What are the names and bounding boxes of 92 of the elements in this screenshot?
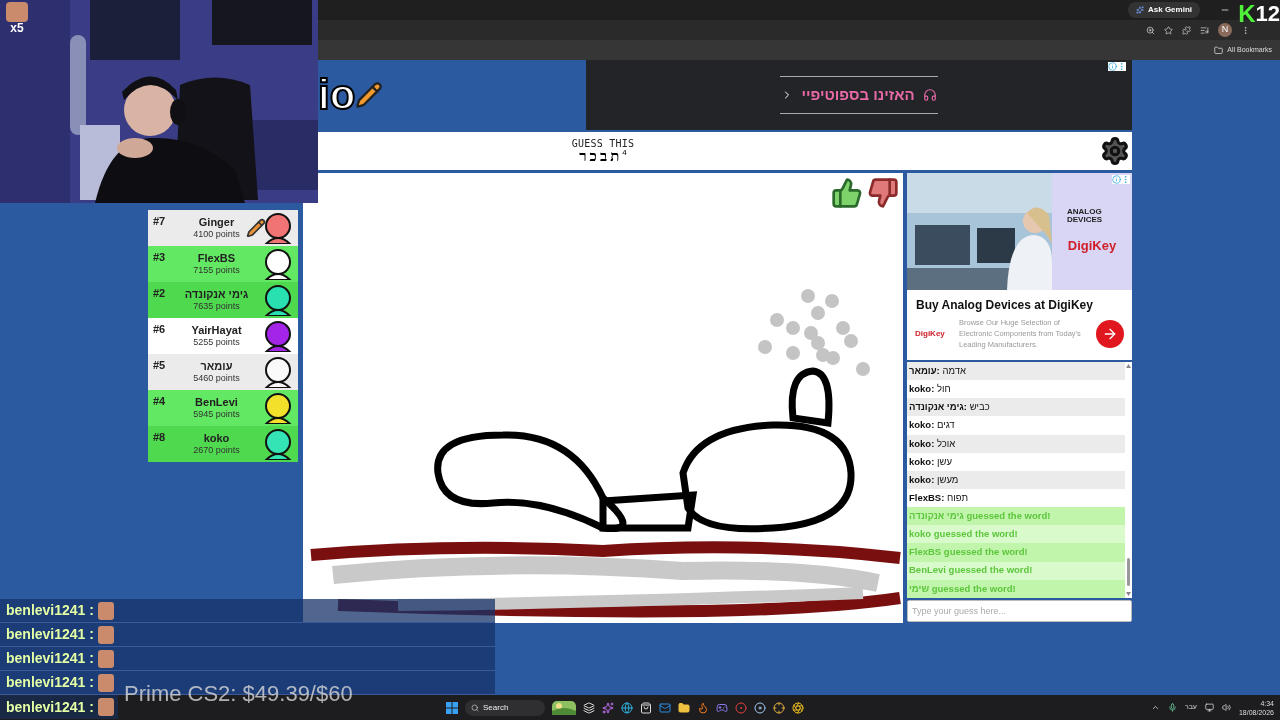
player-name: YairHayat [191, 323, 242, 338]
ad-logo: DigiKey [915, 327, 946, 340]
settings-icon[interactable] [1100, 136, 1130, 166]
ad-brand: ANALOG DEVICES [1067, 207, 1104, 224]
pencil-icon [355, 81, 384, 109]
player-rank: #5 [153, 358, 167, 373]
thumbs-up-icon[interactable] [831, 177, 863, 209]
guess-input[interactable]: Type your guess here... [907, 600, 1132, 622]
ad-title: Buy Analog Devices at DigiKey [915, 297, 1094, 314]
windows-icon[interactable] [446, 701, 458, 714]
player-points: 7635 points [193, 301, 240, 313]
brand-digits: 12 [1255, 3, 1280, 25]
sparkle-icon[interactable] [602, 701, 614, 714]
search-placeholder: Search [483, 701, 509, 714]
extensions-icon[interactable] [1182, 25, 1191, 35]
thumbs-down-icon[interactable] [867, 177, 899, 209]
emote-icon [97, 625, 114, 644]
player-points: 5460 points [193, 373, 240, 385]
chat-message: koko guessed the word! [907, 525, 1125, 544]
profile-avatar[interactable]: N [1218, 23, 1232, 37]
folder-icon[interactable] [678, 701, 690, 714]
globe-icon[interactable] [621, 701, 633, 714]
player-name: koko [203, 431, 230, 446]
disc-icon[interactable] [754, 701, 766, 714]
avatar-icon [263, 320, 293, 352]
emote-icon [97, 649, 114, 668]
gemini-button[interactable]: Ask Gemini [1128, 2, 1200, 18]
chat-username: benlevi1241 : [6, 601, 94, 620]
player-points: 4100 points [193, 229, 240, 241]
search-icon [471, 703, 479, 712]
zoom-icon[interactable] [1146, 25, 1155, 35]
sparkle-icon [1136, 6, 1144, 14]
aperture-icon[interactable] [792, 701, 804, 714]
menu-icon[interactable] [1241, 25, 1250, 35]
player-rank: #8 [153, 430, 167, 445]
chat-message: גימי אנקונדה guessed the word! [907, 507, 1125, 526]
star-icon[interactable] [1164, 25, 1173, 35]
chat-username: benlevi1241 : [6, 649, 94, 668]
ad-brand: DigiKey [1067, 236, 1117, 255]
chat-message: גימי אנקונדה: כביש [907, 398, 1125, 417]
gamepad-icon[interactable] [716, 701, 728, 714]
ad-arrow-button[interactable] [1096, 319, 1124, 348]
letter-count: 4 [622, 148, 627, 157]
avatar-icon [263, 428, 293, 460]
emote-icon [97, 673, 114, 692]
avatar-icon [263, 284, 293, 316]
chat-username: benlevi1241 : [6, 625, 94, 644]
hint-word: תבכר [579, 148, 623, 164]
logo-text: io [318, 74, 356, 116]
crosshair-icon[interactable] [773, 701, 785, 714]
player-points: 5945 points [193, 409, 240, 421]
chat-message: עומאר: אדמה [907, 362, 1125, 381]
headphones-icon [922, 88, 937, 102]
speaker-icon[interactable] [1221, 703, 1231, 712]
chevron-up-icon[interactable] [1150, 703, 1160, 712]
ad-text: האזינו בספוטיפיי [801, 84, 915, 105]
player-rank: #6 [153, 322, 167, 337]
player-name: עומאר [200, 359, 233, 374]
layers-icon[interactable] [583, 701, 595, 714]
media-icon[interactable] [1200, 25, 1209, 35]
player-name: גימי אנקונדה [184, 287, 249, 302]
shopping-bag-icon[interactable] [640, 701, 652, 714]
chat-username: benlevi1241 : [6, 673, 94, 692]
player-rank: #4 [153, 394, 167, 409]
player-points: 5255 points [193, 337, 240, 349]
avatar-icon [263, 392, 293, 424]
mic-icon[interactable] [1167, 703, 1177, 712]
player-points: 2670 points [193, 445, 240, 457]
guess-label: GUESS THIS [571, 138, 635, 149]
monitor-icon[interactable] [1204, 703, 1214, 712]
player-rank: #7 [153, 214, 167, 229]
circle-dot-icon[interactable] [735, 701, 747, 714]
player-rank: #2 [153, 286, 167, 301]
flame-icon[interactable] [697, 701, 709, 714]
avatar-icon [263, 248, 293, 280]
emote-icon [97, 601, 114, 620]
chat-message: FlexBS guessed the word! [907, 543, 1125, 562]
emote-icon [6, 2, 28, 22]
avatar-icon [263, 212, 293, 244]
search-field[interactable]: Search [465, 699, 545, 716]
avatar-icon [263, 356, 293, 388]
mail-icon[interactable] [659, 701, 671, 714]
chat-username: benlevi1241 : [6, 697, 94, 717]
player-rank: #3 [153, 250, 167, 265]
scrollbar[interactable] [1125, 362, 1132, 598]
brand-mark: K [1238, 2, 1256, 26]
emote-count: x5 [10, 22, 24, 34]
player-name: FlexBS [197, 251, 236, 266]
player-name: Ginger [198, 215, 235, 230]
player-name: BenLevi [195, 395, 238, 410]
folder-icon [1214, 45, 1224, 55]
player-points: 7155 points [193, 265, 240, 277]
